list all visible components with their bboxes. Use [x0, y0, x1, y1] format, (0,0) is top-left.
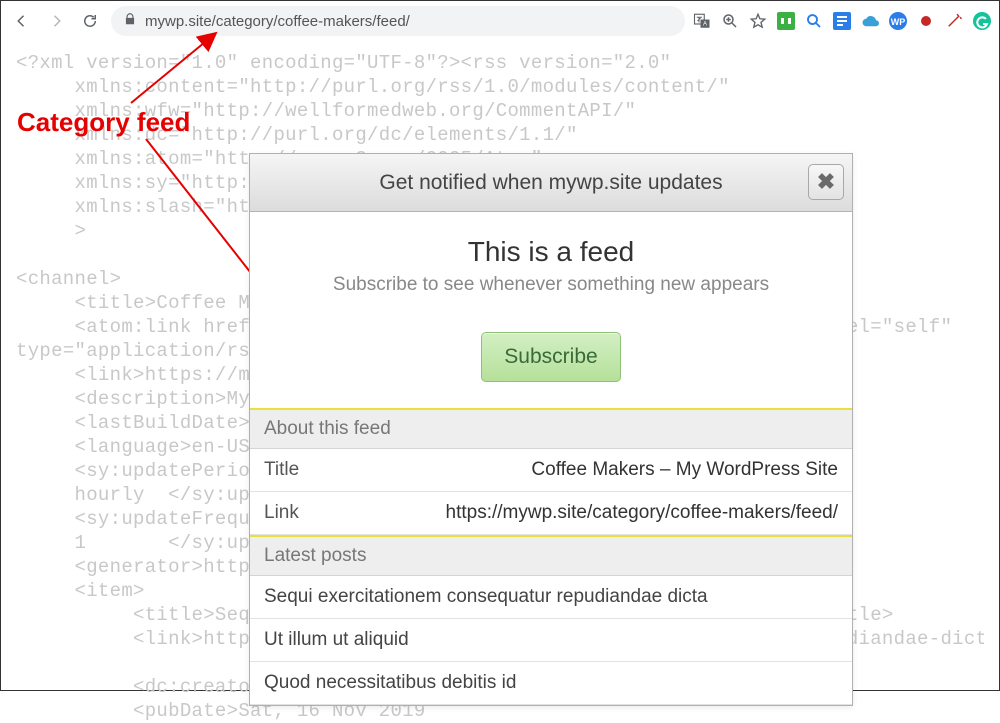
dialog-subtitle: Subscribe to see whenever something new … — [270, 274, 832, 296]
lock-icon — [123, 12, 137, 30]
dialog-header-text: Get notified when mywp.site updates — [379, 171, 722, 195]
ext-wand-icon[interactable] — [945, 12, 963, 30]
close-button[interactable]: ✖ — [808, 164, 844, 200]
post-item[interactable]: Quod necessitatibus debitis id — [250, 662, 852, 705]
reload-button[interactable] — [77, 8, 103, 34]
feed-title-key: Title — [264, 459, 299, 481]
ext-grammarly-icon[interactable] — [973, 12, 991, 30]
ext-search-icon[interactable] — [805, 12, 823, 30]
translate-icon[interactable]: A — [693, 12, 711, 30]
dialog-header: Get notified when mywp.site updates ✖ — [250, 154, 852, 212]
ext-rec-icon[interactable] — [917, 12, 935, 30]
arrow-left-icon — [13, 12, 31, 30]
back-button[interactable] — [9, 8, 35, 34]
svg-text:WP: WP — [891, 17, 906, 27]
svg-text:A: A — [703, 22, 707, 28]
forward-button[interactable] — [43, 8, 69, 34]
address-bar[interactable]: mywp.site/category/coffee-makers/feed/ — [111, 6, 685, 36]
annotation-label: Category feed — [17, 107, 190, 138]
feed-link-key: Link — [264, 502, 299, 524]
ext-cloud-icon[interactable] — [861, 12, 879, 30]
feed-link-row: Link https://mywp.site/category/coffee-m… — [250, 492, 852, 535]
subscribe-button[interactable]: Subscribe — [481, 332, 620, 382]
ext-green-icon[interactable] — [777, 12, 795, 30]
feed-link-value: https://mywp.site/category/coffee-makers… — [446, 502, 839, 524]
latest-posts-heading: Latest posts — [250, 535, 852, 576]
zoom-icon[interactable] — [721, 12, 739, 30]
close-icon: ✖ — [817, 169, 835, 195]
about-feed-heading: About this feed — [250, 408, 852, 449]
feed-title-value: Coffee Makers – My WordPress Site — [531, 459, 838, 481]
feed-dialog: Get notified when mywp.site updates ✖ Th… — [249, 153, 853, 706]
star-icon[interactable] — [749, 12, 767, 30]
ext-docs-icon[interactable] — [833, 12, 851, 30]
post-item[interactable]: Ut illum ut aliquid — [250, 619, 852, 662]
reload-icon — [81, 12, 99, 30]
browser-toolbar: mywp.site/category/coffee-makers/feed/ A… — [1, 1, 999, 41]
post-item[interactable]: Sequi exercitationem consequatur repudia… — [250, 576, 852, 619]
url-text: mywp.site/category/coffee-makers/feed/ — [145, 13, 410, 30]
dialog-intro: This is a feed Subscribe to see whenever… — [250, 212, 852, 310]
arrow-right-icon — [47, 12, 65, 30]
dialog-title: This is a feed — [270, 236, 832, 268]
ext-wp-icon[interactable]: WP — [889, 12, 907, 30]
extension-area: A WP — [693, 12, 991, 30]
feed-title-row: Title Coffee Makers – My WordPress Site — [250, 449, 852, 492]
